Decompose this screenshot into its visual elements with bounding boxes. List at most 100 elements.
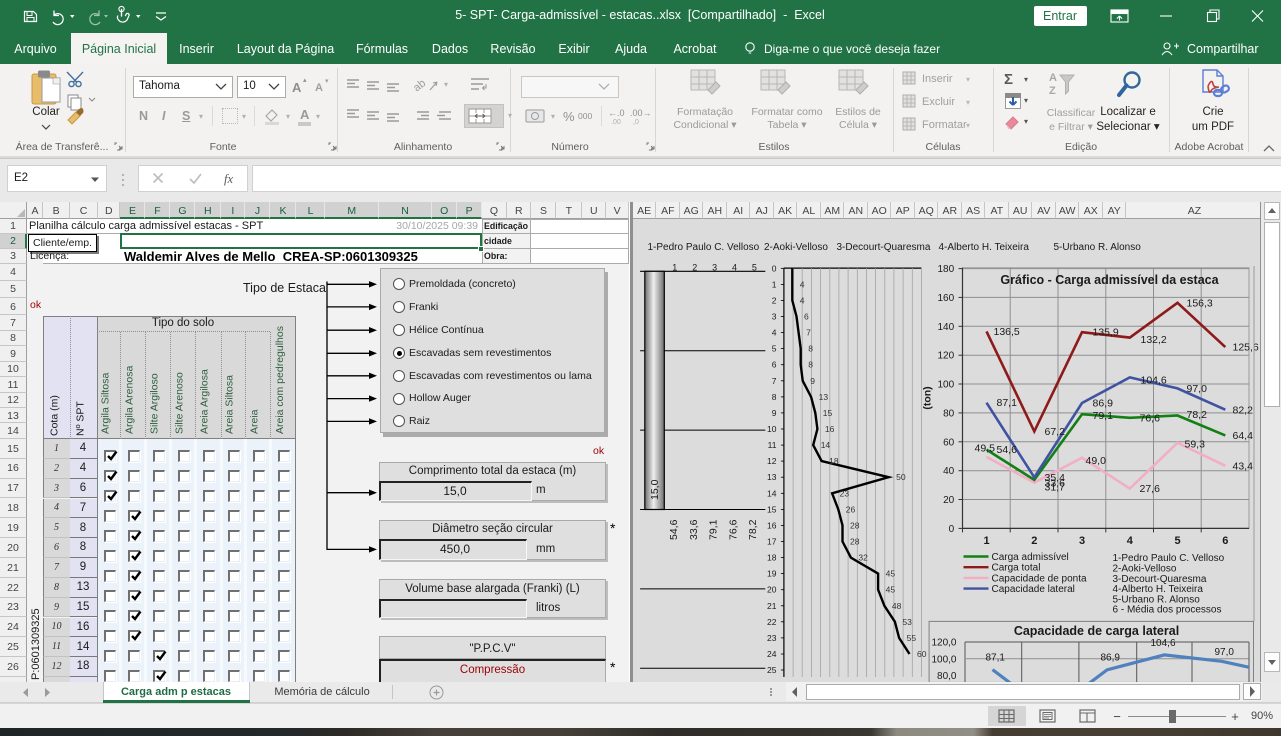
svg-text:Silte Argiloso: Silte Argiloso xyxy=(149,373,161,434)
svg-text:86,9: 86,9 xyxy=(1092,398,1113,410)
svg-text:16: 16 xyxy=(824,424,834,434)
svg-text:3-Decourt-Quaresma: 3-Decourt-Quaresma xyxy=(836,242,930,253)
svg-text:Z: Z xyxy=(1049,85,1056,97)
svg-text:86,9: 86,9 xyxy=(1100,653,1120,664)
svg-text:67,2: 67,2 xyxy=(1044,426,1065,438)
svg-text:132,2: 132,2 xyxy=(1140,334,1166,346)
svg-text:87,1: 87,1 xyxy=(985,653,1005,664)
svg-text:97,0: 97,0 xyxy=(1214,647,1234,658)
svg-text:49,0: 49,0 xyxy=(1085,455,1106,467)
svg-text:33,6: 33,6 xyxy=(687,519,699,540)
svg-text:40: 40 xyxy=(943,466,955,477)
svg-text:80,0: 80,0 xyxy=(937,671,957,682)
svg-text:Silte Arenoso: Silte Arenoso xyxy=(174,372,186,434)
svg-text:21: 21 xyxy=(767,601,777,611)
svg-text:54,6: 54,6 xyxy=(668,519,680,540)
svg-text:5: 5 xyxy=(1174,535,1180,547)
svg-text:Gráfico - Carga admissível da: Gráfico - Carga admissível da estaca xyxy=(1000,273,1219,287)
svg-text:100,0: 100,0 xyxy=(931,654,956,665)
svg-text:13: 13 xyxy=(818,392,828,402)
svg-text:14: 14 xyxy=(767,488,777,498)
svg-text:22: 22 xyxy=(767,617,777,627)
svg-text:59,3: 59,3 xyxy=(1184,438,1205,450)
svg-text:4: 4 xyxy=(799,295,804,305)
svg-text:4: 4 xyxy=(799,279,804,289)
svg-text:79,1: 79,1 xyxy=(707,519,719,540)
svg-text:3: 3 xyxy=(771,312,776,322)
svg-text:P:0601309325: P:0601309325 xyxy=(30,608,42,680)
svg-text:20: 20 xyxy=(767,585,777,595)
svg-text:1: 1 xyxy=(771,279,776,289)
svg-text:15,0: 15,0 xyxy=(649,479,661,500)
svg-text:2: 2 xyxy=(1031,535,1037,547)
svg-text:2-Aoki-Velloso: 2-Aoki-Velloso xyxy=(764,242,828,253)
svg-text:120: 120 xyxy=(937,351,954,362)
svg-text:7: 7 xyxy=(771,376,776,386)
svg-text:1: 1 xyxy=(672,262,677,272)
svg-text:80: 80 xyxy=(943,408,955,419)
svg-text:27,6: 27,6 xyxy=(1139,483,1160,495)
svg-text:Areia Siltosa: Areia Siltosa xyxy=(224,375,236,434)
svg-text:28: 28 xyxy=(850,520,860,530)
svg-text:33,6: 33,6 xyxy=(1044,478,1065,490)
svg-text:8: 8 xyxy=(808,344,813,354)
svg-text:18: 18 xyxy=(829,456,839,466)
svg-text:0: 0 xyxy=(948,524,954,535)
svg-text:26: 26 xyxy=(845,504,855,514)
svg-text:0: 0 xyxy=(771,263,776,273)
svg-text:28: 28 xyxy=(850,537,860,547)
svg-text:Areia com pedregulhos: Areia com pedregulhos xyxy=(274,326,286,434)
svg-text:120,0: 120,0 xyxy=(931,638,956,649)
svg-text:156,3: 156,3 xyxy=(1186,297,1212,309)
svg-text:5-Urbano R. Alonso: 5-Urbano R. Alonso xyxy=(1053,242,1141,253)
svg-text:10: 10 xyxy=(767,424,777,434)
svg-text:140: 140 xyxy=(937,322,954,333)
svg-text:79,1: 79,1 xyxy=(1092,410,1113,422)
svg-text:ab: ab xyxy=(411,77,428,94)
svg-text:4: 4 xyxy=(1126,535,1133,547)
svg-text:55: 55 xyxy=(906,633,916,643)
svg-text:2: 2 xyxy=(692,262,697,272)
svg-text:160: 160 xyxy=(937,293,954,304)
svg-text:45: 45 xyxy=(885,585,895,595)
svg-text:49,5: 49,5 xyxy=(974,443,995,455)
svg-text:53: 53 xyxy=(902,617,912,627)
svg-text:76,6: 76,6 xyxy=(727,519,739,540)
svg-text:8: 8 xyxy=(808,360,813,370)
svg-text:54,6: 54,6 xyxy=(996,444,1017,456)
svg-text:14: 14 xyxy=(820,440,830,450)
svg-text:23: 23 xyxy=(839,488,849,498)
svg-text:Cota (m): Cota (m) xyxy=(49,395,61,436)
svg-text:64,4: 64,4 xyxy=(1232,430,1253,442)
svg-text:Argila Siltosa: Argila Siltosa xyxy=(100,373,112,434)
svg-text:Capacidade de carga lateral: Capacidade de carga lateral xyxy=(1013,624,1178,638)
svg-text:Capacidade de ponta: Capacidade de ponta xyxy=(991,573,1087,584)
svg-text:Areia: Areia xyxy=(249,409,261,434)
svg-text:13: 13 xyxy=(767,472,777,482)
svg-text:12: 12 xyxy=(767,456,777,466)
svg-text:25: 25 xyxy=(767,665,777,675)
svg-text:48: 48 xyxy=(891,601,901,611)
svg-text:9: 9 xyxy=(810,376,815,386)
svg-text:32: 32 xyxy=(858,553,868,563)
svg-text:(ton): (ton) xyxy=(921,386,933,409)
svg-text:24: 24 xyxy=(767,649,777,659)
svg-text:6 - Média dos processos: 6 - Média dos processos xyxy=(1112,605,1221,616)
svg-text:60: 60 xyxy=(917,649,927,659)
svg-text:8: 8 xyxy=(771,392,776,402)
svg-text:1-Pedro Paulo C. Velloso: 1-Pedro Paulo C. Velloso xyxy=(647,242,759,253)
svg-text:135,9: 135,9 xyxy=(1092,327,1118,339)
svg-text:82,2: 82,2 xyxy=(1232,404,1253,416)
svg-text:19: 19 xyxy=(767,569,777,579)
svg-text:125,6: 125,6 xyxy=(1232,342,1258,354)
svg-text:Capacidade lateral: Capacidade lateral xyxy=(991,584,1074,595)
svg-text:7: 7 xyxy=(806,328,811,338)
svg-text:Carga total: Carga total xyxy=(991,563,1040,574)
svg-text:4-Alberto H. Teixeira: 4-Alberto H. Teixeira xyxy=(938,242,1029,253)
svg-text:20: 20 xyxy=(943,495,955,506)
svg-text:4: 4 xyxy=(731,262,736,272)
svg-text:100: 100 xyxy=(937,380,954,391)
svg-text:17: 17 xyxy=(767,537,777,547)
svg-text:1: 1 xyxy=(983,535,989,547)
svg-text:A: A xyxy=(1049,72,1057,84)
